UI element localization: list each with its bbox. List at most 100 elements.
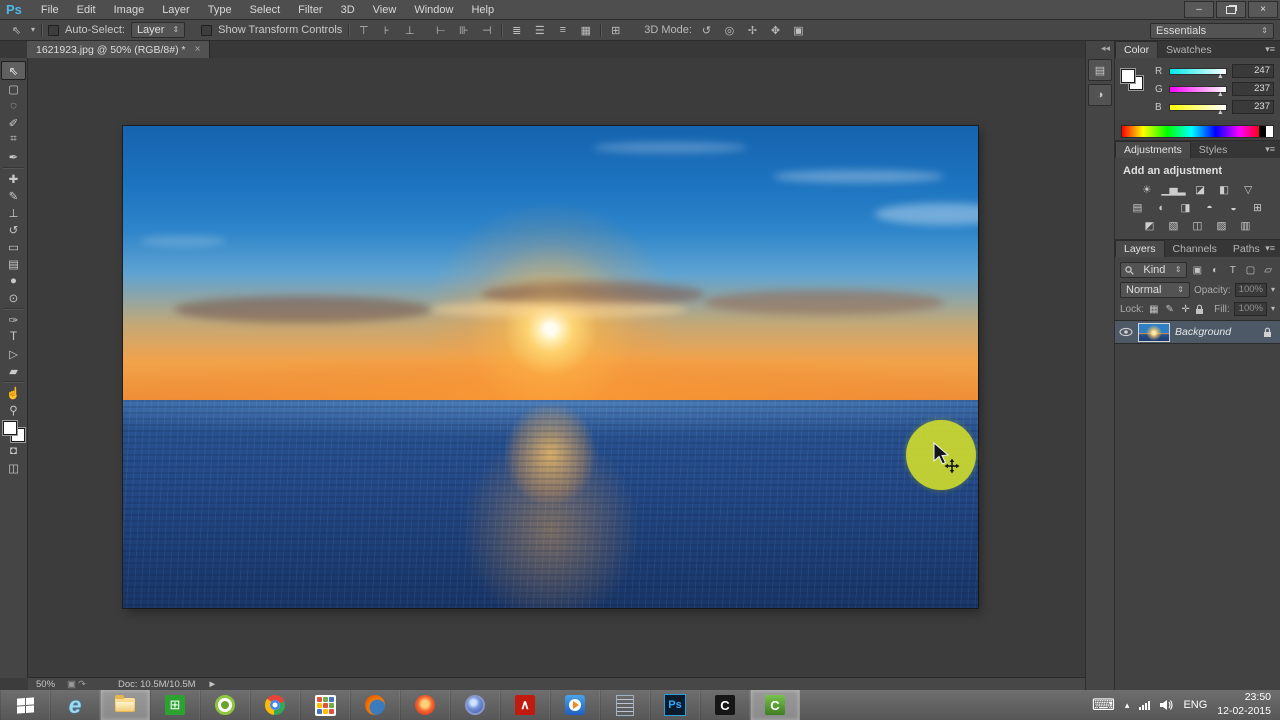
align-horizontal-centers-icon[interactable]: ⊪ bbox=[455, 24, 472, 37]
canvas-pasteboard[interactable] bbox=[28, 58, 1087, 678]
layer-thumbnail[interactable] bbox=[1138, 322, 1170, 342]
dodge-tool[interactable]: ⊙ bbox=[2, 289, 25, 306]
menu-layer[interactable]: Layer bbox=[153, 0, 199, 19]
green-slider[interactable]: ▲ bbox=[1169, 85, 1227, 98]
touch-keyboard-icon[interactable]: ⌨ bbox=[1092, 695, 1115, 715]
clock[interactable]: 23:50 12-02-2015 bbox=[1217, 691, 1271, 718]
show-transform-checkbox[interactable] bbox=[201, 24, 213, 36]
red-slider-thumb[interactable]: ▲ bbox=[1217, 73, 1224, 80]
color-spectrum-ramp[interactable] bbox=[1121, 125, 1274, 138]
curves-icon[interactable]: ◪ bbox=[1191, 183, 1210, 197]
close-button[interactable]: × bbox=[1248, 1, 1278, 18]
taskbar-internet-explorer[interactable]: e bbox=[50, 690, 100, 720]
vibrance-icon[interactable]: ▽ bbox=[1239, 183, 1258, 197]
tab-paths[interactable]: Paths bbox=[1225, 241, 1268, 257]
align-right-edges-icon[interactable]: ⊣ bbox=[478, 24, 495, 37]
distribute-left-edges-icon[interactable]: ▦ bbox=[577, 24, 594, 37]
3d-orbit-icon[interactable]: ↺ bbox=[698, 24, 715, 37]
rectangular-marquee-tool[interactable]: ▢ bbox=[2, 80, 25, 97]
auto-select-checkbox[interactable] bbox=[48, 24, 60, 36]
properties-panel-button[interactable]: ◑ bbox=[1088, 84, 1112, 106]
filter-type-layers-icon[interactable]: T bbox=[1226, 265, 1240, 276]
filter-pixel-layers-icon[interactable]: ▣ bbox=[1191, 265, 1205, 276]
gradient-map-icon[interactable]: ▥ bbox=[1236, 219, 1255, 233]
zoom-tool[interactable]: ⚲ bbox=[2, 401, 25, 418]
distribute-vertical-centers-icon[interactable]: ☰ bbox=[531, 24, 548, 37]
blue-value[interactable]: 237 bbox=[1232, 100, 1274, 114]
history-brush-tool[interactable]: ↺ bbox=[2, 221, 25, 238]
tool-preset-dropdown-icon[interactable]: ▾ bbox=[31, 26, 35, 34]
green-slider-thumb[interactable]: ▲ bbox=[1217, 91, 1224, 98]
taskbar-adobe-reader[interactable]: ∧ bbox=[500, 690, 550, 720]
align-vertical-centers-icon[interactable]: ⊦ bbox=[378, 24, 395, 37]
black-white-icon[interactable]: ◨ bbox=[1176, 201, 1195, 215]
selective-color-icon[interactable]: ▨ bbox=[1212, 219, 1231, 233]
filter-adjustment-layers-icon[interactable]: ◐ bbox=[1208, 265, 1222, 276]
tab-close-icon[interactable]: × bbox=[195, 44, 201, 55]
taskbar-notepad[interactable] bbox=[600, 690, 650, 720]
speaker-icon[interactable] bbox=[1160, 699, 1173, 711]
status-expand-icon[interactable]: ► bbox=[208, 679, 217, 690]
foreground-color-swatch[interactable] bbox=[2, 421, 17, 435]
taskbar-camtasia-recorder[interactable]: C bbox=[750, 690, 800, 720]
network-signal-icon[interactable] bbox=[1139, 700, 1151, 710]
quick-mask-button[interactable]: ◘ bbox=[2, 442, 25, 459]
lock-all-icon[interactable] bbox=[1195, 304, 1204, 315]
menu-help[interactable]: Help bbox=[462, 0, 503, 19]
document-tab[interactable]: 1621923.jpg @ 50% (RGB/8#) * × bbox=[27, 41, 211, 58]
menu-image[interactable]: Image bbox=[105, 0, 154, 19]
taskbar-media-player[interactable] bbox=[550, 690, 600, 720]
taskbar-windows-store[interactable]: ⊞ bbox=[150, 690, 200, 720]
tab-layers[interactable]: Layers bbox=[1115, 240, 1165, 257]
menu-filter[interactable]: Filter bbox=[289, 0, 331, 19]
taskbar-camtasia-studio[interactable]: C bbox=[700, 690, 750, 720]
zoom-level[interactable]: 50% bbox=[36, 679, 55, 690]
language-indicator[interactable]: ENG bbox=[1183, 699, 1207, 711]
restore-button[interactable] bbox=[1216, 1, 1246, 18]
taskbar-green-app[interactable] bbox=[200, 690, 250, 720]
lock-image-pixels-icon[interactable]: ✎ bbox=[1164, 304, 1176, 315]
chevron-down-icon[interactable]: ▾ bbox=[1271, 305, 1275, 313]
lasso-tool[interactable]: ◌ bbox=[2, 97, 25, 114]
expand-dock-icon[interactable]: ◂◂ bbox=[1086, 41, 1114, 56]
distribute-top-edges-icon[interactable]: ≣ bbox=[508, 24, 525, 37]
taskbar-blue-app[interactable] bbox=[450, 690, 500, 720]
blend-mode-dropdown[interactable]: Normal ⇕ bbox=[1120, 282, 1190, 298]
chevron-down-icon[interactable]: ▾ bbox=[1271, 286, 1275, 294]
taskbar-torch[interactable] bbox=[400, 690, 450, 720]
crop-tool[interactable]: ⌗ bbox=[2, 131, 25, 148]
auto-align-layers-icon[interactable]: ⊞ bbox=[607, 24, 624, 37]
distribute-bottom-edges-icon[interactable]: ≡ bbox=[554, 24, 571, 36]
filter-shape-layers-icon[interactable]: ▢ bbox=[1244, 265, 1258, 276]
path-selection-tool[interactable]: ▷ bbox=[2, 345, 25, 362]
blue-slider[interactable]: ▲ bbox=[1169, 103, 1227, 116]
taskbar-chrome[interactable] bbox=[250, 690, 300, 720]
green-value[interactable]: 237 bbox=[1232, 82, 1274, 96]
foreground-color-swatch[interactable] bbox=[1121, 69, 1135, 83]
eraser-tool[interactable]: ▭ bbox=[2, 238, 25, 255]
blur-tool[interactable]: ● bbox=[2, 272, 25, 289]
tab-styles[interactable]: Styles bbox=[1191, 142, 1236, 158]
tab-swatches[interactable]: Swatches bbox=[1158, 42, 1220, 58]
taskbar-app-grid[interactable] bbox=[300, 690, 350, 720]
blue-slider-thumb[interactable]: ▲ bbox=[1217, 109, 1224, 116]
document-canvas-image[interactable] bbox=[123, 126, 978, 608]
taskbar-photoshop[interactable]: Ps bbox=[650, 690, 700, 720]
align-bottom-edges-icon[interactable]: ⊥ bbox=[401, 24, 418, 37]
show-hidden-icons[interactable]: ▴ bbox=[1125, 700, 1130, 711]
black-swatch[interactable] bbox=[1259, 126, 1266, 137]
quick-selection-tool[interactable]: ✐ bbox=[2, 114, 25, 131]
posterize-icon[interactable]: ▧ bbox=[1164, 219, 1183, 233]
threshold-icon[interactable]: ◫ bbox=[1188, 219, 1207, 233]
layer-visibility-eye-icon[interactable] bbox=[1119, 327, 1133, 337]
align-top-edges-icon[interactable]: ⊤ bbox=[355, 24, 372, 37]
white-swatch[interactable] bbox=[1266, 126, 1273, 137]
menu-window[interactable]: Window bbox=[405, 0, 462, 19]
brush-tool[interactable]: ✎ bbox=[2, 187, 25, 204]
foreground-background-swatches[interactable] bbox=[2, 421, 25, 442]
3d-roll-icon[interactable]: ◎ bbox=[721, 24, 738, 37]
minimize-button[interactable]: – bbox=[1184, 1, 1214, 18]
invert-icon[interactable]: ◩ bbox=[1140, 219, 1159, 233]
panel-menu-icon[interactable]: ▾≡ bbox=[1265, 44, 1275, 55]
3d-drag-icon[interactable]: ✢ bbox=[744, 24, 761, 37]
